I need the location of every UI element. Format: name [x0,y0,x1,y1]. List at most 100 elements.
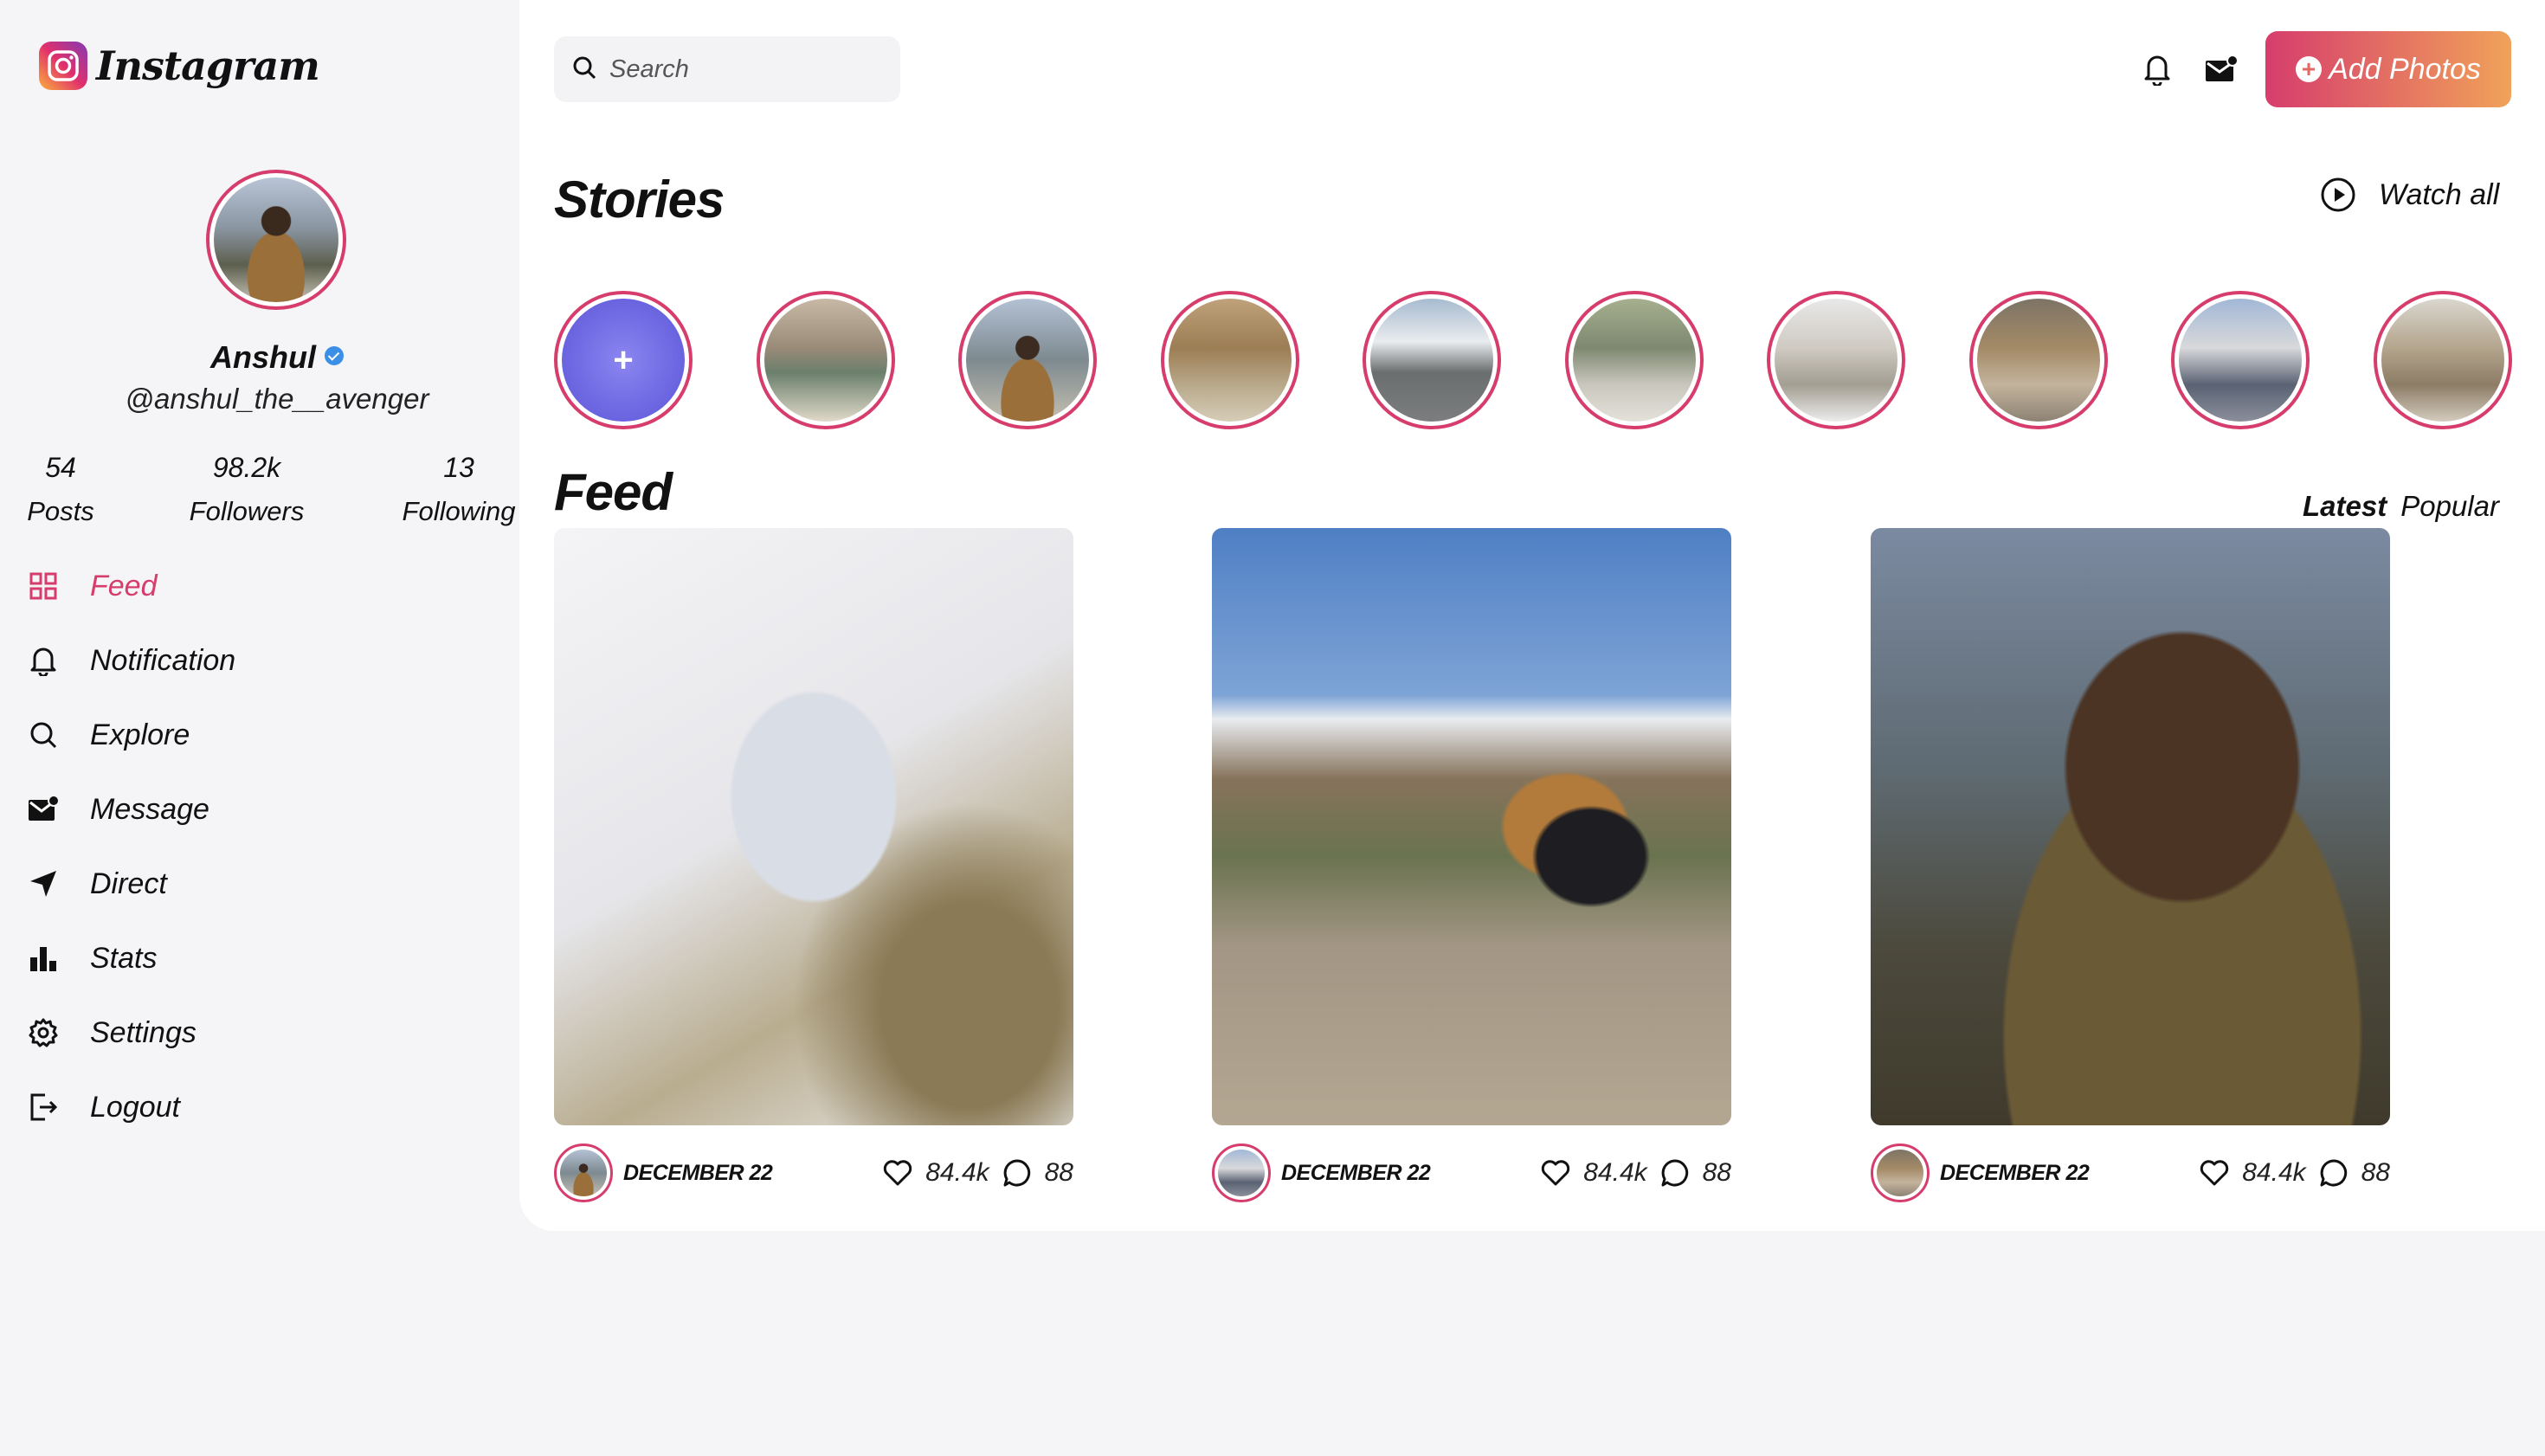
plus-circle-icon: + [2296,56,2323,82]
grid-icon [26,569,61,603]
post-meta: DECEMBER 22 84.4k 88 [1212,1134,1731,1212]
post-likes: 84.4k [2242,1158,2306,1187]
instagram-logo-icon [39,42,87,90]
post-date: DECEMBER 22 [1940,1160,2090,1185]
post-comments: 88 [1702,1158,1731,1187]
search-box[interactable] [554,36,900,102]
notification-bell-button[interactable] [2136,48,2178,90]
story-add[interactable]: + [554,291,693,429]
post-image[interactable] [1212,528,1731,1125]
feed-title: Feed [554,463,673,521]
story-item[interactable] [1161,291,1299,429]
story-item[interactable] [2374,291,2512,429]
sidebar-nav: Feed Notification Explore Message Direct… [26,549,511,1144]
post-comments: 88 [2361,1158,2390,1187]
heart-icon[interactable] [1540,1157,1571,1189]
stat-following[interactable]: 13 Following [390,452,528,527]
send-icon [26,867,61,901]
tab-latest[interactable]: Latest [2303,490,2387,523]
stories-title: Stories [554,171,725,229]
gear-icon [26,1015,61,1050]
story-item[interactable] [1565,291,1704,429]
heart-icon[interactable] [882,1157,913,1189]
avatar-photo [1218,1150,1265,1196]
post-author-avatar[interactable] [554,1144,613,1202]
post-date: DECEMBER 22 [623,1160,773,1185]
stat-posts: 54 Posts [17,452,104,527]
sidebar-item-feed[interactable]: Feed [26,549,511,623]
post-comments: 88 [1044,1158,1073,1187]
add-photos-button[interactable]: + Add Photos [2265,31,2511,107]
stat-followers[interactable]: 98.2k Followers [173,452,320,527]
post-image[interactable] [1871,528,2390,1125]
sidebar-item-direct[interactable]: Direct [26,847,511,921]
avatar-photo [560,1150,607,1196]
sidebar-item-label: Message [90,792,209,826]
feed-post: DECEMBER 22 84.4k 88 [1871,528,2390,1212]
story-thumbnail [1573,299,1696,422]
sidebar-item-explore[interactable]: Explore [26,698,511,772]
post-author-avatar[interactable] [1871,1144,1930,1202]
story-thumbnail [2179,299,2302,422]
logo-text: Instagram [96,42,320,89]
stat-posts-value: 54 [45,452,76,483]
app-root: Instagram Anshul @anshul_the__avenger 54… [0,0,2545,1456]
story-item[interactable] [1767,291,1905,429]
logo[interactable]: Instagram [39,42,320,90]
sidebar-item-notification[interactable]: Notification [26,623,511,698]
comment-icon[interactable] [1002,1157,1033,1189]
post-author-avatar[interactable] [1212,1144,1271,1202]
messages-button[interactable] [2200,48,2242,90]
comment-icon[interactable] [1659,1157,1691,1189]
story-thumbnail [1169,299,1292,422]
comment-icon[interactable] [2318,1157,2349,1189]
sidebar-item-label: Feed [90,569,158,602]
post-stats: 84.4k 88 [2199,1157,2390,1189]
stat-followers-label: Followers [189,496,305,526]
feed-post: DECEMBER 22 84.4k 88 [554,528,1073,1212]
story-item[interactable] [958,291,1097,429]
sidebar-item-settings[interactable]: Settings [26,995,511,1070]
post-meta: DECEMBER 22 84.4k 88 [1871,1134,2390,1212]
post-image[interactable] [554,528,1073,1125]
post-stats: 84.4k 88 [882,1157,1073,1189]
story-item[interactable] [1363,291,1501,429]
search-icon [571,55,597,85]
mail-icon [2206,55,2239,81]
sidebar-item-label: Stats [90,941,158,975]
avatar-photo [1877,1150,1923,1196]
story-item[interactable] [1969,291,2108,429]
feed-post: DECEMBER 22 84.4k 88 [1212,528,1731,1212]
stat-following-value: 13 [443,452,474,483]
post-meta: DECEMBER 22 84.4k 88 [554,1134,1073,1212]
sidebar-item-stats[interactable]: Stats [26,921,511,995]
story-thumbnail [1775,299,1897,422]
post-likes: 84.4k [925,1158,989,1187]
profile-name: Anshul [0,339,554,376]
tab-popular[interactable]: Popular [2400,490,2499,523]
bar-chart-icon [26,941,61,976]
sidebar-item-logout[interactable]: Logout [26,1070,511,1144]
search-input[interactable] [609,55,886,84]
bell-icon [26,643,61,678]
story-thumbnail [1370,299,1493,422]
heart-icon[interactable] [2199,1157,2230,1189]
mail-icon [26,792,61,827]
add-story-icon: + [562,299,685,422]
stat-followers-value: 98.2k [212,452,281,483]
profile-handle: @anshul_the__avenger [125,383,429,415]
add-photos-label: Add Photos [2329,52,2481,86]
feed-posts: DECEMBER 22 84.4k 88 DECEMBER 22 84.4k 8… [554,528,2512,1203]
story-item[interactable] [757,291,895,429]
bell-icon [2144,55,2170,86]
post-stats: 84.4k 88 [1540,1157,1731,1189]
verified-badge-icon [325,346,344,366]
watch-all-button[interactable]: Watch all [2320,177,2499,213]
sidebar-item-message[interactable]: Message [26,772,511,847]
sidebar-item-label: Logout [90,1090,180,1124]
profile-avatar[interactable] [206,170,346,310]
story-item[interactable] [2171,291,2310,429]
sidebar-item-label: Direct [90,867,167,900]
stories-row: + [554,291,2512,431]
sidebar: Instagram Anshul @anshul_the__avenger 54… [0,0,519,1456]
